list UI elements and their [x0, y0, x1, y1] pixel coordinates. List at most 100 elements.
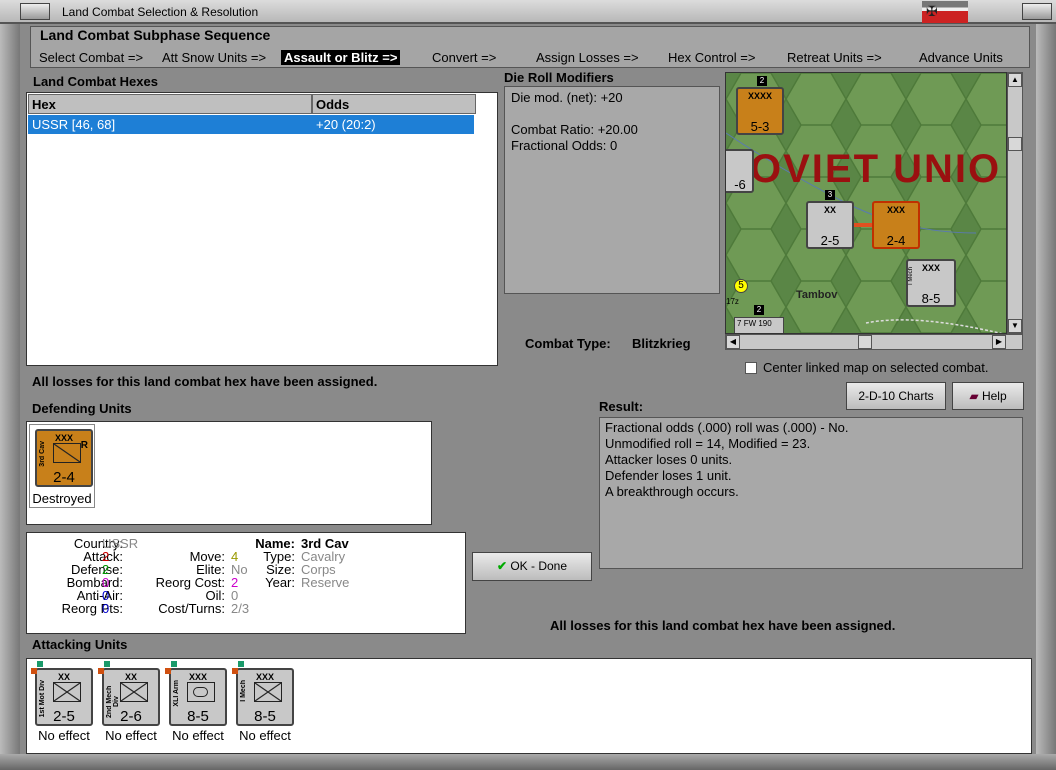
- defending-units-panel: XXX R 3rd Cav 2-4 Destroyed: [26, 421, 432, 525]
- attacking-title: Attacking Units: [32, 637, 128, 652]
- stack-count: 2: [757, 76, 767, 86]
- ready-indicator: [171, 661, 177, 667]
- scroll-thumb[interactable]: [1008, 137, 1022, 151]
- help-button[interactable]: ▰ Help: [952, 382, 1024, 410]
- map-counter-army[interactable]: XXXX 5-3: [736, 87, 784, 135]
- stat-label: Reorg Pts:: [61, 601, 123, 616]
- ready-indicator: [37, 661, 43, 667]
- checkmark-icon: ✔: [496, 559, 507, 573]
- result-line: Attacker loses 0 units.: [605, 452, 733, 467]
- ok-done-button[interactable]: ✔ OK - Done: [472, 552, 592, 581]
- defending-title: Defending Units: [32, 401, 132, 416]
- mech-icon: [254, 682, 282, 702]
- seq-retreat: Retreat Units =>: [787, 50, 882, 65]
- seq-advance: Advance Units: [919, 50, 1003, 65]
- result-line: Fractional odds (.000) roll was (.000) -…: [605, 420, 849, 435]
- window-title: Land Combat Selection & Resolution: [62, 5, 259, 19]
- defender-status: Destroyed: [32, 491, 92, 506]
- map-counter-defender[interactable]: XXX 2-4: [872, 201, 920, 249]
- german-flag-icon: ✠: [922, 1, 968, 23]
- armor-icon: [187, 682, 215, 702]
- map-horizontal-scrollbar[interactable]: ◀ ▶: [725, 334, 1023, 350]
- odds-column-header[interactable]: Odds: [312, 94, 476, 114]
- stat-label: Cost/Turns:: [158, 601, 225, 616]
- left-border: [0, 24, 20, 769]
- cavalry-symbol-icon: [53, 443, 81, 463]
- center-map-checkbox[interactable]: [745, 362, 757, 374]
- ready-indicator: [238, 661, 244, 667]
- ready-indicator: [31, 668, 37, 674]
- hexes-list[interactable]: Hex Odds USSR [46, 68] +20 (20:2): [26, 92, 498, 366]
- scroll-down-icon[interactable]: ▼: [1008, 319, 1022, 333]
- defending-unit-cell[interactable]: XXX R 3rd Cav 2-4 Destroyed: [29, 424, 95, 508]
- attacker-counter[interactable]: XXX XLI Arm 8-5: [169, 668, 227, 726]
- map-vertical-scrollbar[interactable]: ▲ ▼: [1007, 72, 1023, 334]
- scroll-thumb[interactable]: [858, 335, 872, 349]
- stat-reorg-pts: 0: [102, 601, 110, 616]
- attacking-units-panel: XX 1st Mot Div 2-5 No effect XX 2nd Mech…: [26, 658, 1032, 754]
- subphase-title: Land Combat Subphase Sequence: [40, 27, 271, 43]
- ready-indicator: [165, 668, 171, 674]
- map-counter-name: I Mech: [908, 267, 914, 286]
- result-title: Result:: [599, 399, 644, 414]
- map-counter-attacker[interactable]: XX 2-5: [806, 201, 854, 249]
- attacker-counter[interactable]: XX 1st Mot Div 2-5: [35, 668, 93, 726]
- combat-type-value: Blitzkrieg: [632, 336, 691, 351]
- hexes-title: Land Combat Hexes: [33, 74, 158, 89]
- book-icon: ▰: [969, 389, 979, 403]
- stat-year: Reserve: [301, 575, 350, 590]
- result-line: Defender loses 1 unit.: [605, 468, 732, 483]
- hex-column-header[interactable]: Hex: [28, 94, 312, 114]
- result-line: A breakthrough occurs.: [605, 484, 739, 499]
- stack-count: 2: [754, 305, 764, 315]
- stat-label: Year:: [265, 575, 295, 590]
- attacker-status: No effect: [239, 728, 291, 743]
- close-button[interactable]: [1022, 3, 1052, 20]
- motorized-infantry-icon: [53, 682, 81, 702]
- seq-hex-control: Hex Control =>: [668, 50, 756, 65]
- scroll-left-icon[interactable]: ◀: [726, 335, 740, 349]
- map-city-label: Tambov: [796, 289, 838, 301]
- unit-stats-panel: Country: USSR Attack: 2 Defense: 2 Bomba…: [26, 532, 466, 634]
- air-unit-counter[interactable]: 7 FW 190: [734, 317, 784, 333]
- fractional-odds: Fractional Odds: 0: [511, 138, 618, 153]
- losses-message-bottom: All losses for this land combat hex have…: [550, 618, 896, 633]
- attacker-status: No effect: [172, 728, 224, 743]
- combat-ratio: Combat Ratio: +20.00: [511, 122, 638, 137]
- die-mod-net: Die mod. (net): +20: [511, 90, 623, 105]
- result-line: Unmodified roll = 14, Modified = 23.: [605, 436, 811, 451]
- combat-type-label: Combat Type:: [525, 336, 611, 351]
- defender-counter[interactable]: XXX R 3rd Cav 2-4: [35, 429, 93, 487]
- seq-select-combat: Select Combat =>: [39, 50, 144, 65]
- seq-assign-losses: Assign Losses =>: [536, 50, 639, 65]
- bottom-border: [0, 754, 1056, 770]
- map-counter-partial[interactable]: -6: [726, 149, 754, 193]
- charts-button[interactable]: 2-D-10 Charts: [846, 382, 946, 410]
- ready-indicator: [98, 668, 104, 674]
- seq-att-snow: Att Snow Units =>: [162, 50, 267, 65]
- seq-convert: Convert =>: [432, 50, 497, 65]
- minimize-button[interactable]: [20, 3, 50, 20]
- stack-badge: 5: [734, 279, 748, 293]
- center-map-label: Center linked map on selected combat.: [763, 360, 989, 375]
- modifiers-panel: Die mod. (net): +20 Combat Ratio: +20.00…: [504, 86, 720, 294]
- stat-cost-turns: 2/3: [231, 601, 250, 616]
- scroll-up-icon[interactable]: ▲: [1008, 73, 1022, 87]
- modifiers-title: Die Roll Modifiers: [504, 70, 614, 85]
- title-bar: Land Combat Selection & Resolution ✠: [0, 0, 1056, 24]
- attacker-counter[interactable]: XX 2nd Mech Div 2-6: [102, 668, 160, 726]
- map-region-label: OVIET UNIO: [750, 147, 1002, 191]
- result-panel: Fractional odds (.000) roll was (.000) -…: [599, 417, 1023, 569]
- map-air-id: 17z: [726, 297, 739, 306]
- scroll-right-icon[interactable]: ▶: [992, 335, 1006, 349]
- table-row[interactable]: USSR [46, 68] +20 (20:2): [28, 115, 474, 134]
- losses-message: All losses for this land combat hex have…: [32, 374, 378, 389]
- seq-assault-blitz: Assault or Blitz =>: [281, 50, 401, 65]
- stack-count: 3: [825, 190, 835, 200]
- right-border: [1036, 24, 1056, 769]
- linked-map[interactable]: OVIET UNIO Tambov XXXX 5-3 2 -6 XX 2-5 3…: [725, 72, 1007, 334]
- attacker-status: No effect: [38, 728, 90, 743]
- odds-cell: +20 (20:2): [316, 117, 376, 132]
- attack-arrow-icon: [854, 223, 872, 227]
- attacker-counter[interactable]: XXX I Mech 8-5: [236, 668, 294, 726]
